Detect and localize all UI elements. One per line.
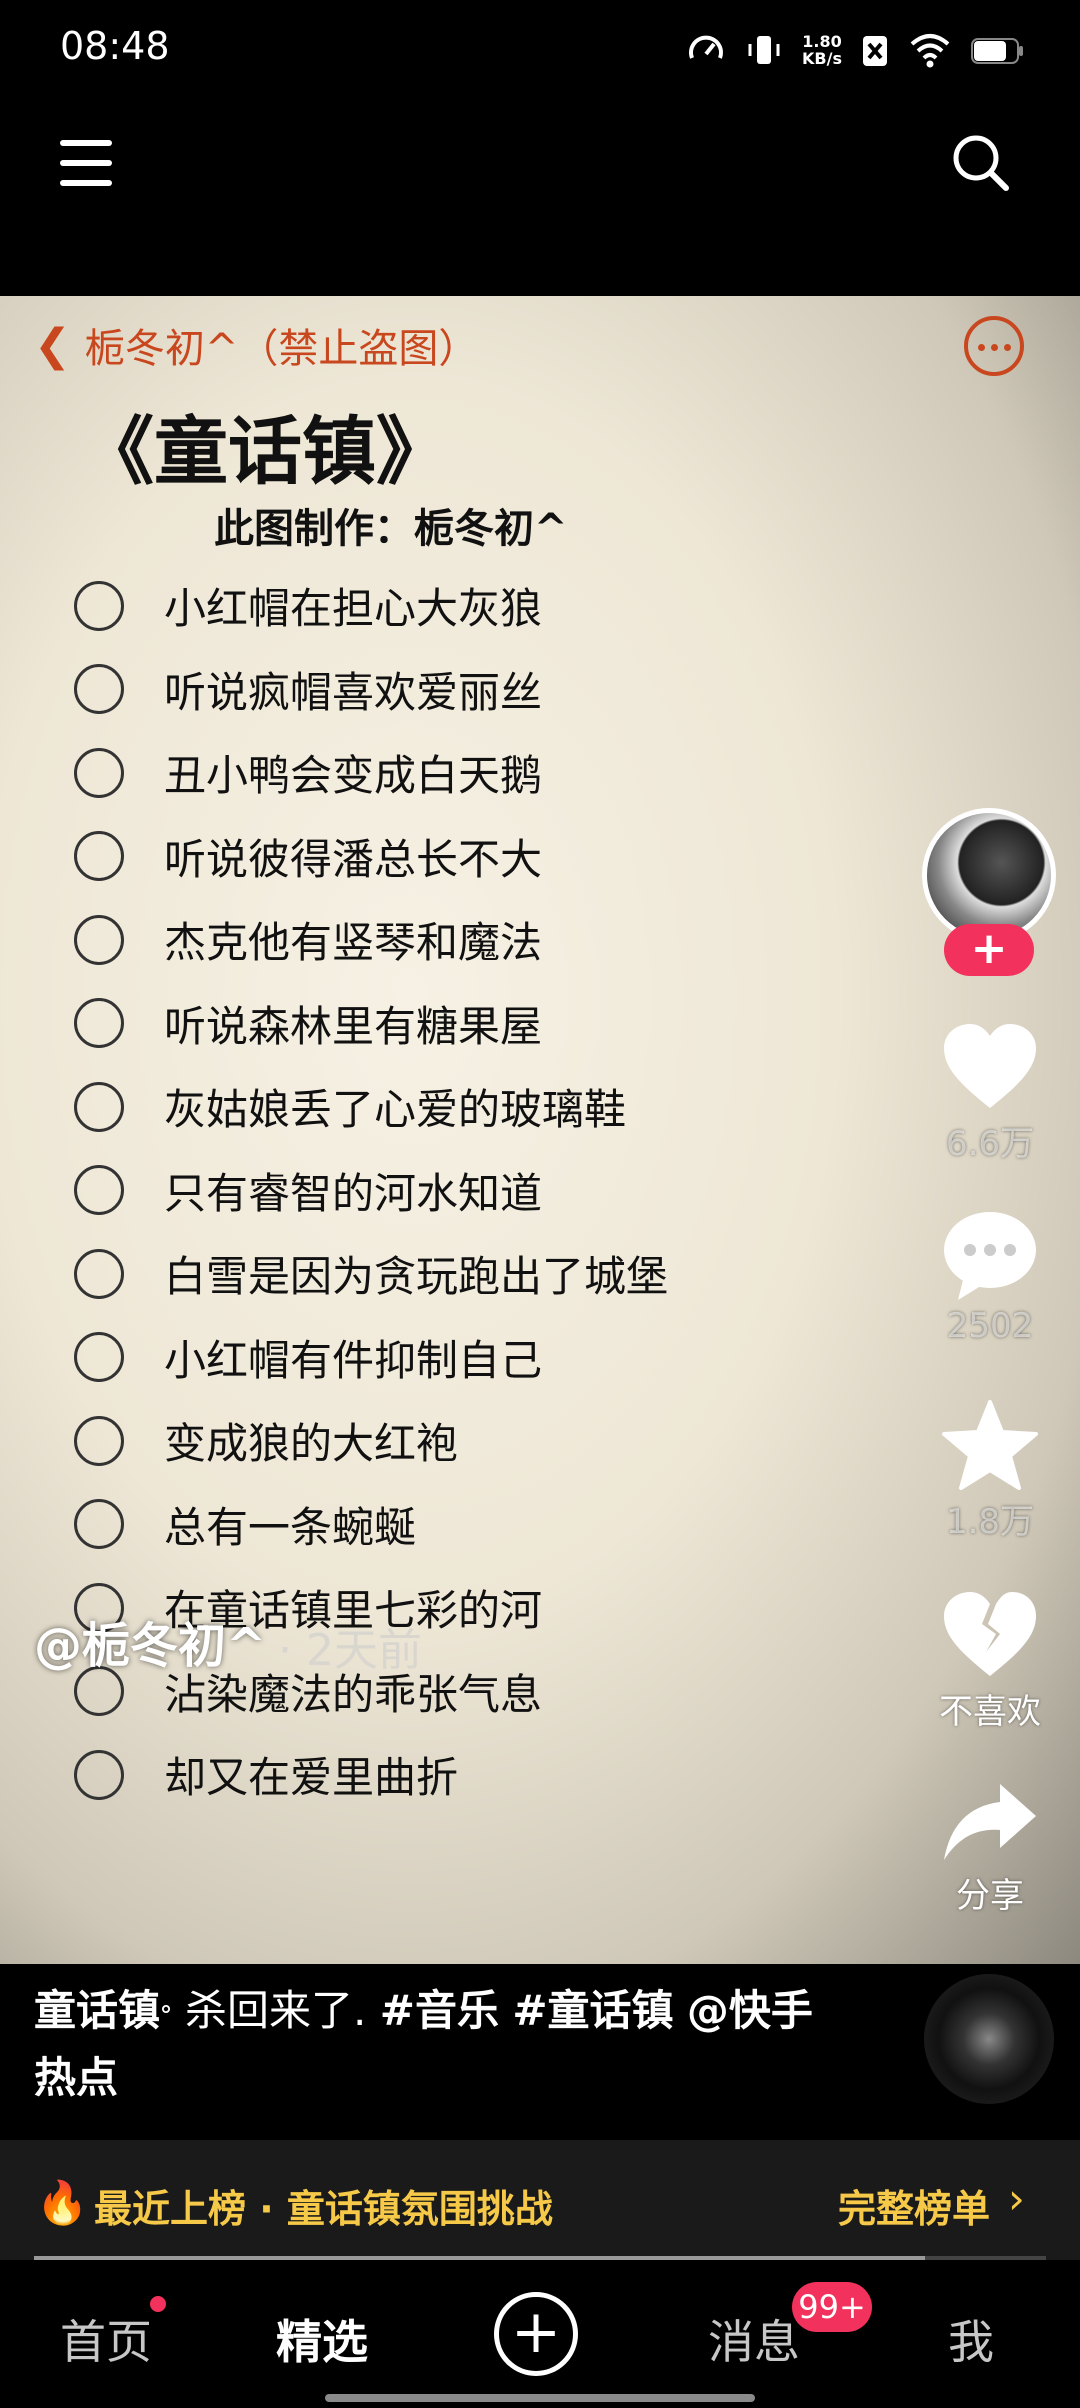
hashtag-music[interactable]: #音乐 (380, 1986, 499, 2035)
create-button[interactable]: + (494, 2292, 578, 2376)
lyric-text: 听说森林里有糖果屋 (164, 1001, 543, 1051)
post-caption: 童话镇ᐤ 杀回来了. #音乐 #童话镇 @快手热点 (34, 1980, 834, 2109)
lyric-item: 却又在爱里曲折 (74, 1733, 874, 1817)
author-avatar[interactable] (922, 808, 1056, 942)
battery-icon (971, 38, 1023, 64)
vibrate-icon (748, 36, 780, 64)
favorite-count: 1.8万 (945, 1502, 1035, 1542)
comment-count: 2502 (946, 1306, 1034, 1346)
image-author-header: ❮ 栀冬初^（禁止盗图） (34, 316, 478, 374)
circle-icon (74, 1332, 124, 1383)
lyric-text: 灰姑娘丢了心爱的玻璃鞋 (164, 1085, 627, 1135)
share-label: 分享 (956, 1876, 1024, 1916)
lyric-item: 白雪是因为贪玩跑出了城堡 (74, 1232, 874, 1316)
lyric-text: 小红帽有件抑制自己 (164, 1335, 543, 1385)
lyric-text: 听说彼得潘总长不大 (164, 834, 543, 884)
circle-icon (74, 580, 124, 631)
song-title: 《童话镇》 (80, 409, 450, 495)
lyric-text: 小红帽在担心大灰狼 (164, 584, 543, 634)
share-button[interactable]: 分享 (920, 1780, 1060, 1917)
lyric-text: 丑小鸭会变成白天鹅 (164, 751, 543, 801)
follow-button[interactable]: + (944, 924, 1034, 976)
nav-messages[interactable]: 消息 (708, 2306, 800, 2372)
music-disc[interactable] (924, 1974, 1054, 2104)
wifi-icon (910, 34, 950, 68)
nav-home[interactable]: 首页 (60, 2306, 152, 2372)
speedometer-icon (689, 35, 724, 59)
lyric-item: 听说彼得潘总长不大 (74, 815, 874, 899)
lyric-text: 只有睿智的河水知道 (164, 1168, 543, 1218)
broken-heart-icon (944, 1592, 1036, 1676)
video-content[interactable]: ❮ 栀冬初^（禁止盗图） 《童话镇》 此图制作：栀冬初^ 小红帽在担心大灰狼 听说… (0, 296, 1080, 1964)
circle-icon (74, 1248, 124, 1299)
post-time: · 2天前 (278, 1625, 422, 1676)
lyric-text: 白雪是因为贪玩跑出了城堡 (164, 1252, 669, 1302)
net-speed: 1.80 KB/s (802, 32, 842, 68)
hashtag-song[interactable]: #童话镇 (512, 1986, 673, 2035)
share-arrow-icon (944, 1784, 1036, 1860)
lyric-text: 总有一条蜿蜒 (164, 1502, 417, 1552)
post-author[interactable]: @栀冬初^ (34, 1606, 266, 1676)
search-small-icon: ᐤ (160, 1998, 172, 2033)
status-icons: 1.80 KB/s (686, 30, 1024, 70)
dislike-button[interactable]: 不喜欢 (920, 1590, 1060, 1733)
lyric-text: 听说疯帽喜欢爱丽丝 (164, 667, 543, 717)
circle-icon (74, 1499, 124, 1550)
home-indicator (325, 2394, 755, 2402)
circle-icon (74, 1165, 124, 1216)
lyric-item: 变成狼的大红袍 (74, 1399, 874, 1483)
lyric-item: 小红帽有件抑制自己 (74, 1316, 874, 1400)
lyric-item: 小红帽在担心大灰狼 (74, 564, 874, 648)
comment-icon (944, 1212, 1036, 1300)
nav-me[interactable]: 我 (948, 2306, 994, 2372)
no-sim-icon (863, 36, 887, 66)
comment-button[interactable]: 2502 (920, 1210, 1060, 1346)
dislike-label: 不喜欢 (939, 1692, 1041, 1732)
full-list-link[interactable]: 完整榜单 (838, 2178, 990, 2233)
circle-icon (74, 747, 124, 798)
menu-icon[interactable] (60, 140, 112, 186)
circle-icon (74, 664, 124, 715)
status-bar: 08:48 1.80 KB/s (0, 0, 1080, 100)
lyric-item: 总有一条蜿蜒 (74, 1483, 874, 1567)
lyric-item: 听说疯帽喜欢爱丽丝 (74, 648, 874, 732)
lyric-item: 丑小鸭会变成白天鹅 (74, 731, 874, 815)
favorite-button[interactable]: 1.8万 (920, 1398, 1060, 1543)
circle-icon (74, 1415, 124, 1466)
search-icon[interactable] (948, 130, 1012, 194)
lyric-text: 变成狼的大红袍 (164, 1419, 459, 1469)
like-count: 6.6万 (945, 1124, 1035, 1164)
like-button[interactable]: 6.6万 (920, 1022, 1060, 1165)
rank-text: 最近上榜 · 童话镇氛围挑战 (94, 2187, 553, 2231)
fire-icon: 🔥 (36, 2178, 89, 2227)
caption-text: 杀回来了. (171, 1986, 380, 2035)
home-notification-dot (150, 2296, 166, 2312)
image-author-name: 栀冬初^（禁止盗图） (84, 326, 479, 372)
lyric-text: 杰克他有竖琴和魔法 (164, 918, 543, 968)
nav-featured[interactable]: 精选 (276, 2306, 368, 2372)
lyric-item: 只有睿智的河水知道 (74, 1149, 874, 1233)
lyric-item: 杰克他有竖琴和魔法 (74, 898, 874, 982)
lyric-item: 灰姑娘丢了心爱的玻璃鞋 (74, 1065, 874, 1149)
circle-icon (74, 998, 124, 1049)
lyric-text: 却又在爱里曲折 (164, 1753, 459, 1803)
star-icon (942, 1400, 1038, 1490)
chevron-right-icon: › (1008, 2174, 1025, 2223)
circle-icon (74, 831, 124, 882)
heart-icon (944, 1024, 1036, 1108)
more-options-icon (964, 316, 1024, 376)
bottom-nav: 首页 精选 + 消息 99+ 我 (0, 2260, 1080, 2408)
status-time: 08:48 (60, 24, 170, 68)
chevron-left-icon: ❮ (34, 319, 71, 371)
messages-badge: 99+ (792, 2282, 872, 2332)
circle-icon (74, 1081, 124, 1132)
song-tag[interactable]: 童话镇 (34, 1986, 160, 2035)
image-credit: 此图制作：栀冬初^ (214, 506, 568, 552)
circle-icon (74, 1749, 124, 1800)
lyric-item: 听说森林里有糖果屋 (74, 982, 874, 1066)
rank-bar[interactable]: 🔥 最近上榜 · 童话镇氛围挑战 完整榜单 › (0, 2140, 1080, 2260)
circle-icon (74, 914, 124, 965)
